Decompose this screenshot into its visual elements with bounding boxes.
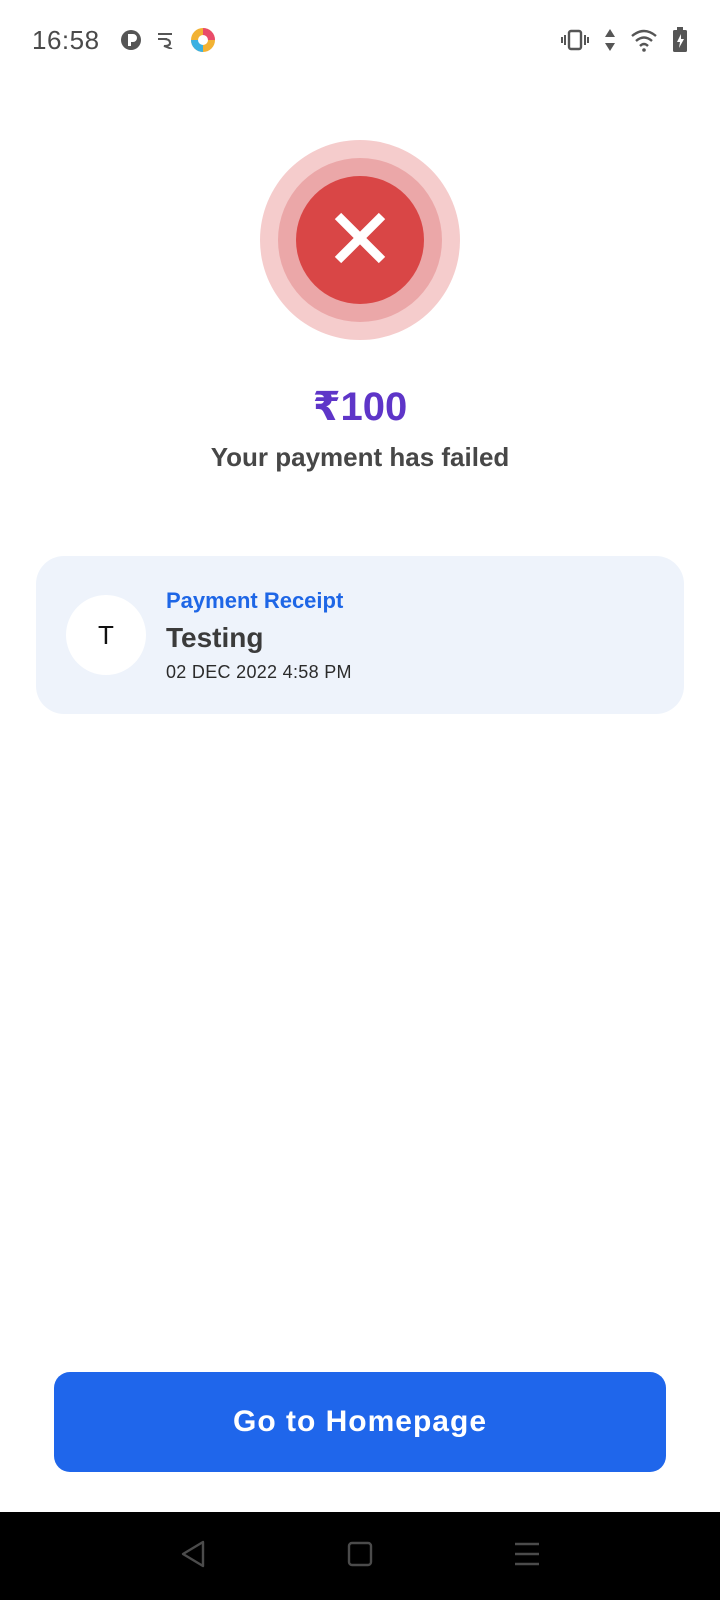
vibrate-icon (560, 29, 590, 51)
back-button[interactable] (163, 1526, 223, 1586)
payment-failed-screen: 16:58 ₹100 Your payment has failed T Pay… (0, 0, 720, 1600)
rupee-app-icon (156, 31, 176, 49)
home-button[interactable] (330, 1526, 390, 1586)
notification-icons (120, 27, 216, 53)
payment-receipt-card[interactable]: T Payment Receipt Testing 02 DEC 2022 4:… (36, 556, 684, 714)
data-arrows-icon (604, 28, 616, 52)
home-icon (347, 1541, 373, 1572)
payment-failed-graphic (260, 140, 460, 340)
payment-amount: ₹100 (312, 385, 408, 429)
payment-status-message: Your payment has failed (210, 442, 510, 472)
receipt-payee-name: Testing (166, 621, 264, 653)
back-icon (179, 1539, 207, 1574)
navigation-bar (0, 1512, 720, 1600)
pocket-icon (120, 29, 142, 51)
failed-ring (278, 158, 442, 322)
colorful-app-icon (190, 27, 216, 53)
status-bar: 16:58 (0, 0, 720, 80)
failed-core (296, 176, 424, 304)
close-icon (332, 210, 388, 271)
receipt-info: Payment Receipt Testing 02 DEC 2022 4:58… (166, 588, 352, 683)
avatar: T (66, 595, 146, 675)
menu-icon (513, 1541, 541, 1572)
go-to-homepage-button[interactable]: Go to Homepage (54, 1372, 666, 1472)
battery-charging-icon (672, 27, 688, 53)
receipt-label: Payment Receipt (166, 587, 344, 613)
status-time: 16:58 (32, 24, 100, 55)
system-icons (560, 27, 688, 53)
receipt-datetime: 02 DEC 2022 4:58 PM (166, 661, 352, 682)
wifi-icon (630, 28, 658, 52)
recents-button[interactable] (497, 1526, 557, 1586)
